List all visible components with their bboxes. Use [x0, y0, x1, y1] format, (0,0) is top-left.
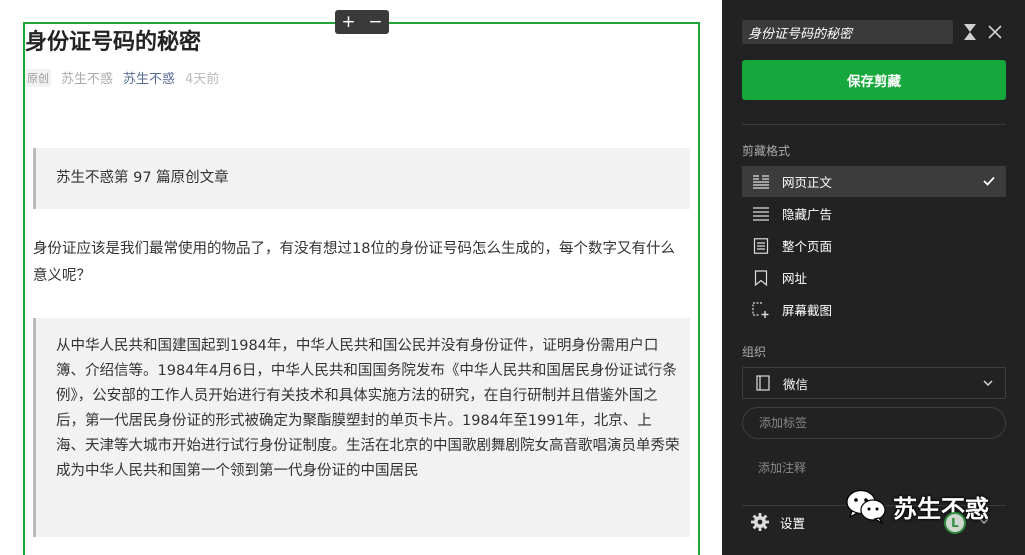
- article-intro-quote: 苏生不惑第 97 篇原创文章: [33, 148, 690, 209]
- notebook-select[interactable]: 微信: [742, 367, 1006, 399]
- expand-selection-button[interactable]: +: [338, 13, 360, 31]
- article-title: 身份证号码的秘密: [25, 30, 202, 55]
- bookmark-icon: [752, 269, 770, 286]
- notebook-icon: [756, 375, 770, 391]
- format-article[interactable]: 网页正文: [742, 166, 1006, 197]
- save-clip-button[interactable]: 保存剪藏: [742, 60, 1006, 100]
- divider: [742, 124, 1006, 125]
- account-link[interactable]: 苏生不惑: [123, 68, 175, 87]
- format-label: 网址: [782, 271, 808, 286]
- gear-icon: [751, 513, 769, 531]
- article-view: 身份证号码的秘密 原创 苏生不惑 苏生不惑 4天前 苏生不惑第 97 篇原创文章…: [0, 0, 722, 555]
- notebook-name: 微信: [783, 376, 809, 392]
- format-url[interactable]: 网址: [742, 262, 1006, 293]
- original-badge: 原创: [25, 68, 51, 87]
- publish-time: 4天前: [185, 72, 220, 87]
- article-author: 苏生不惑: [61, 72, 114, 87]
- format-label: 整个页面: [782, 239, 833, 254]
- check-icon: [983, 176, 995, 186]
- article-paragraph: 身份证应该是我们最常使用的物品了，有没有想过18位的身份证号码怎么生成的，每个数…: [33, 241, 675, 284]
- article-icon: [752, 174, 770, 190]
- shrink-selection-button[interactable]: −: [365, 13, 387, 31]
- selection-zoom-control: + −: [335, 10, 389, 34]
- note-input[interactable]: [742, 453, 1006, 483]
- clip-format-label: 剪藏格式: [742, 144, 791, 158]
- tag-input[interactable]: [742, 407, 1006, 439]
- article-history-quote: 从中华人民共和国建国起到1984年，中华人民共和国公民并没有身份证件，证明身份需…: [33, 318, 690, 537]
- organize-label: 组织: [742, 345, 767, 359]
- format-hide-ads[interactable]: 隐藏广告: [742, 198, 1006, 229]
- screenshot-icon: [752, 301, 770, 318]
- full-page-icon: [752, 237, 770, 254]
- clip-title-input[interactable]: [742, 20, 953, 44]
- settings-button[interactable]: 设置: [750, 512, 805, 532]
- clipper-panel: 保存剪藏 剪藏格式 网页正文 隐藏广告 整个页面 网址 屏幕截图 组织: [722, 0, 1025, 555]
- format-screenshot[interactable]: 屏幕截图: [742, 294, 1006, 325]
- settings-label: 设置: [780, 515, 806, 531]
- hide-ads-icon: [752, 206, 770, 222]
- format-label: 隐藏广告: [782, 207, 833, 222]
- article-meta: 原创 苏生不惑 苏生不惑 4天前: [25, 68, 219, 87]
- chevron-down-icon[interactable]: [978, 516, 990, 526]
- divider: [742, 505, 1006, 506]
- close-icon[interactable]: [986, 22, 1004, 42]
- format-full-page[interactable]: 整个页面: [742, 230, 1006, 261]
- hourglass-icon[interactable]: [962, 22, 978, 42]
- chevron-down-icon: [983, 380, 993, 386]
- format-label: 网页正文: [782, 175, 833, 190]
- format-label: 屏幕截图: [782, 303, 833, 318]
- account-avatar[interactable]: L: [944, 512, 966, 534]
